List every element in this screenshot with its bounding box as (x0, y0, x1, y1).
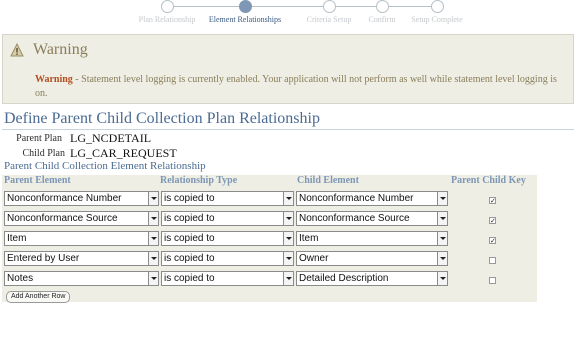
select-value: Entered by User (7, 253, 80, 264)
step-label: Setup Complete (411, 15, 463, 24)
parent-child-key-checkbox[interactable]: ✓ (489, 237, 496, 245)
warning-title: Warning (33, 41, 88, 58)
add-another-row-button[interactable]: Add Another Row (6, 291, 71, 303)
parent-plan-label: Parent Plan (16, 133, 62, 144)
select-value: is copied to (164, 253, 215, 264)
step-indicator (430, 0, 444, 13)
title-divider (2, 129, 574, 130)
chevron-down-icon[interactable] (283, 232, 293, 245)
chevron-down-icon[interactable] (283, 192, 293, 205)
header-relationship-type: Relationship Type (160, 175, 238, 186)
chevron-down-icon[interactable] (148, 252, 158, 265)
relationship-type-select[interactable]: is copied to (161, 271, 294, 286)
child-element-select[interactable]: Detailed Description (296, 271, 448, 286)
child-element-select[interactable]: Nonconformance Number (296, 191, 448, 206)
parent-child-key-checkbox[interactable] (489, 277, 496, 284)
table-row: Entered by User is copied to Owner (2, 251, 537, 271)
warning-text: - Statement level logging is currently e… (35, 74, 557, 99)
section-title: Parent Child Collection Element Relation… (4, 160, 206, 172)
step-indicator (322, 0, 336, 13)
child-plan-label: Child Plan (22, 148, 65, 159)
chevron-down-icon[interactable] (148, 232, 158, 245)
train-step-setup-complete: Setup Complete (392, 0, 482, 24)
select-value: Nonconformance Number (299, 193, 414, 204)
header-parent-child-key: Parent Child Key (451, 175, 526, 186)
select-value: Nonconformance Source (7, 213, 118, 224)
child-plan-value: LG_CAR_REQUEST (70, 146, 177, 160)
header-child-element: Child Element (297, 175, 359, 186)
parent-child-key-checkbox[interactable] (489, 257, 496, 264)
select-value: Nonconformance Source (299, 213, 410, 224)
select-value: is copied to (164, 193, 215, 204)
warning-message: Warning - Statement level logging is cur… (35, 73, 567, 101)
parent-element-select[interactable]: Nonconformance Source (4, 211, 159, 226)
select-value: Owner (299, 253, 329, 264)
warning-lead: Warning (35, 74, 73, 85)
step-label: Plan Relationship (138, 15, 196, 24)
chevron-down-icon[interactable] (437, 272, 447, 285)
select-value: Item (299, 233, 319, 244)
select-value: is copied to (164, 273, 215, 284)
table-row: Nonconformance Source is copied to Nonco… (2, 211, 537, 231)
select-value: Notes (7, 273, 34, 284)
chevron-down-icon[interactable] (437, 232, 447, 245)
parent-child-key-checkbox[interactable]: ✓ (489, 217, 496, 225)
element-relationship-table: Parent Element Relationship Type Child E… (2, 175, 537, 303)
child-element-select[interactable]: Owner (296, 251, 448, 266)
step-indicator (160, 0, 174, 13)
relationship-type-select[interactable]: is copied to (161, 231, 294, 246)
parent-child-key-checkbox[interactable]: ✓ (489, 197, 496, 205)
process-train: Plan Relationship Element Relationships … (0, 0, 576, 26)
select-value: Detailed Description (299, 273, 389, 284)
chevron-down-icon[interactable] (437, 212, 447, 225)
parent-element-select[interactable]: Nonconformance Number (4, 191, 159, 206)
select-value: Item (7, 233, 27, 244)
chevron-down-icon[interactable] (148, 192, 158, 205)
parent-element-select[interactable]: Notes (4, 271, 159, 286)
step-indicator (375, 0, 389, 13)
child-element-select[interactable]: Nonconformance Source (296, 211, 448, 226)
chevron-down-icon[interactable] (283, 212, 293, 225)
chevron-down-icon[interactable] (148, 272, 158, 285)
parent-plan-value: LG_NCDETAIL (70, 131, 152, 145)
parent-element-select[interactable]: Entered by User (4, 251, 159, 266)
relationship-type-select[interactable]: is copied to (161, 251, 294, 266)
chevron-down-icon[interactable] (283, 252, 293, 265)
warning-box: Warning Warning - Statement level loggin… (2, 34, 574, 104)
chevron-down-icon[interactable] (437, 252, 447, 265)
train-step-element-relationships: Element Relationships (200, 0, 290, 24)
warning-icon (10, 43, 24, 57)
step-label: Element Relationships (208, 15, 282, 24)
relationship-type-select[interactable]: is copied to (161, 211, 294, 226)
table-row: Nonconformance Number is copied to Nonco… (2, 191, 537, 211)
select-value: Nonconformance Number (7, 193, 122, 204)
step-indicator (238, 0, 252, 13)
chevron-down-icon[interactable] (283, 272, 293, 285)
select-value: is copied to (164, 213, 215, 224)
train-step-plan-relationship: Plan Relationship (122, 0, 212, 24)
select-value: is copied to (164, 233, 215, 244)
relationship-type-select[interactable]: is copied to (161, 191, 294, 206)
table-row: Notes is copied to Detailed Description (2, 271, 537, 291)
table-row: Item is copied to Item ✓ (2, 231, 537, 251)
child-element-select[interactable]: Item (296, 231, 448, 246)
chevron-down-icon[interactable] (437, 192, 447, 205)
page-title: Define Parent Child Collection Plan Rela… (4, 110, 320, 127)
header-parent-element: Parent Element (4, 175, 71, 186)
chevron-down-icon[interactable] (148, 212, 158, 225)
parent-element-select[interactable]: Item (4, 231, 159, 246)
